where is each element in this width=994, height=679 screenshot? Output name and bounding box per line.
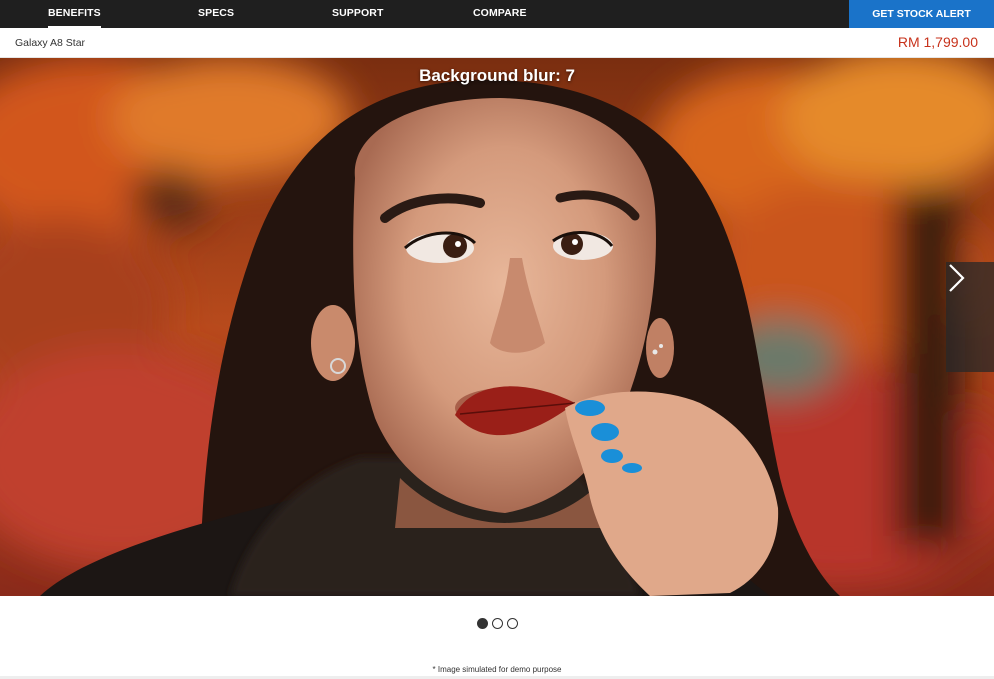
carousel-dot-3[interactable]: [506, 618, 518, 629]
nav-tab-benefits[interactable]: BENEFITS: [48, 0, 101, 28]
chevron-right-icon: [949, 264, 965, 292]
carousel-dot-1[interactable]: [476, 618, 488, 629]
top-navigation: BENEFITS SPECS SUPPORT COMPARE GET STOCK…: [0, 0, 994, 28]
product-bar: Galaxy A8 Star RM 1,799.00: [0, 28, 994, 58]
hero-carousel: Background blur: 7: [0, 58, 994, 596]
nav-tab-support[interactable]: SUPPORT: [332, 0, 383, 28]
product-price: RM 1,799.00: [897, 34, 978, 50]
next-slide-button[interactable]: [946, 262, 994, 372]
get-stock-alert-button[interactable]: GET STOCK ALERT: [849, 0, 994, 28]
hero-photo: [0, 58, 994, 596]
blur-level-caption: Background blur: 7: [419, 66, 575, 85]
disclaimer-text: * Image simulated for demo purpose: [432, 665, 562, 674]
nav-tab-specs[interactable]: SPECS: [198, 0, 234, 28]
carousel-dot-2[interactable]: [491, 618, 503, 629]
carousel-pagination: [0, 618, 994, 630]
product-name: Galaxy A8 Star: [15, 37, 86, 49]
nav-tab-compare[interactable]: COMPARE: [473, 0, 527, 28]
